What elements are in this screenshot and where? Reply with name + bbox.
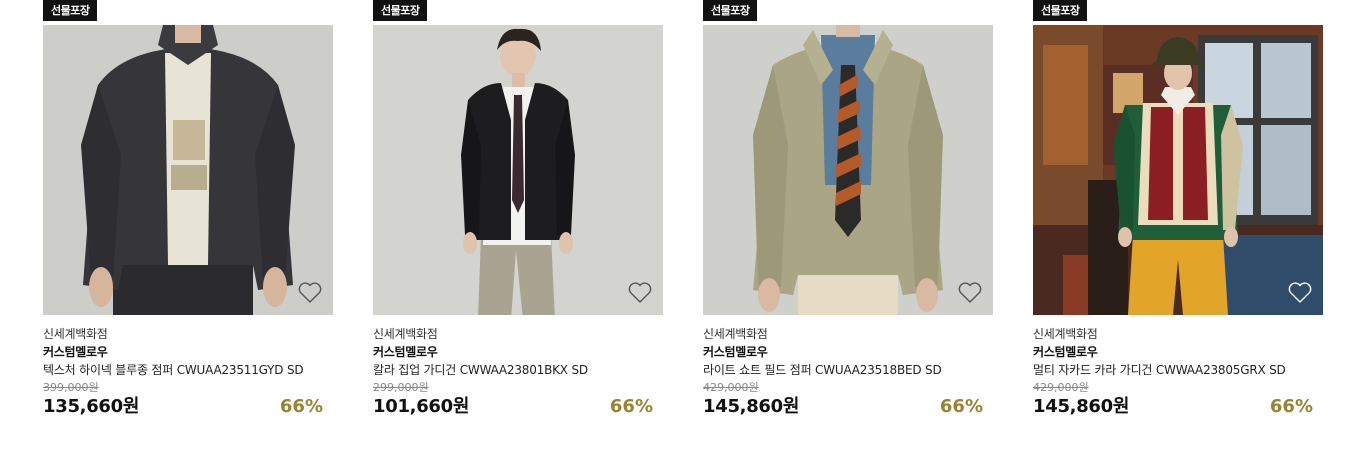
product-photo bbox=[373, 25, 663, 315]
product-info: 신세계백화점 커스텀멜로우 라이트 쇼트 필드 점퍼 CWUAA23518BED… bbox=[703, 326, 993, 419]
gift-wrap-badge: 선물포장 bbox=[43, 0, 98, 21]
product-image[interactable] bbox=[373, 25, 663, 315]
sale-price: 101,660원 bbox=[373, 396, 470, 417]
product-photo bbox=[1033, 25, 1323, 315]
product-image[interactable] bbox=[43, 25, 333, 315]
product-image[interactable] bbox=[703, 25, 993, 315]
store-name: 신세계백화점 bbox=[1033, 327, 1098, 341]
discount-rate: 66% bbox=[1269, 396, 1313, 417]
gift-wrap-badge: 선물포장 bbox=[703, 0, 758, 21]
sale-price: 145,860원 bbox=[1033, 396, 1130, 417]
product-name[interactable]: 칼라 집업 가디건 CWWAA23801BKX SD bbox=[373, 362, 635, 379]
gift-wrap-badge: 선물포장 bbox=[1033, 0, 1088, 21]
product-name[interactable]: 라이트 쇼트 필드 점퍼 CWUAA23518BED SD bbox=[703, 362, 965, 379]
wishlist-heart-icon[interactable] bbox=[297, 281, 323, 305]
store-name: 신세계백화점 bbox=[703, 327, 768, 341]
price-row: 145,860원 66% bbox=[1033, 395, 1323, 419]
discount-rate: 66% bbox=[939, 396, 983, 417]
store-name: 신세계백화점 bbox=[43, 327, 108, 341]
product-info: 신세계백화점 커스텀멜로우 멀티 자카드 카라 가디건 CWWAA23805GR… bbox=[1033, 326, 1323, 419]
price-row: 145,860원 66% bbox=[703, 395, 993, 419]
brand-name[interactable]: 커스텀멜로우 bbox=[373, 343, 663, 361]
wishlist-heart-icon[interactable] bbox=[1287, 281, 1313, 305]
wishlist-heart-icon[interactable] bbox=[627, 281, 653, 305]
brand-name[interactable]: 커스텀멜로우 bbox=[703, 343, 993, 361]
wishlist-heart-icon[interactable] bbox=[957, 281, 983, 305]
price-row: 101,660원 66% bbox=[373, 395, 663, 419]
original-price: 299,000원 bbox=[373, 381, 429, 394]
original-price: 399,000원 bbox=[43, 381, 99, 394]
brand-name[interactable]: 커스텀멜로우 bbox=[43, 343, 333, 361]
product-photo bbox=[703, 25, 993, 315]
product-name[interactable]: 멀티 자카드 카라 가디건 CWWAA23805GRX SD bbox=[1033, 362, 1295, 379]
sale-price: 145,860원 bbox=[703, 396, 800, 417]
product-info: 신세계백화점 커스텀멜로우 칼라 집업 가디건 CWWAA23801BKX SD… bbox=[373, 326, 663, 419]
gift-wrap-badge: 선물포장 bbox=[373, 0, 428, 21]
product-photo bbox=[43, 25, 333, 315]
product-name[interactable]: 텍스처 하이넥 블루종 점퍼 CWUAA23511GYD SD bbox=[43, 362, 305, 379]
brand-name[interactable]: 커스텀멜로우 bbox=[1033, 343, 1323, 361]
product-image[interactable] bbox=[1033, 25, 1323, 315]
store-name: 신세계백화점 bbox=[373, 327, 438, 341]
product-info: 신세계백화점 커스텀멜로우 텍스처 하이넥 블루종 점퍼 CWUAA23511G… bbox=[43, 326, 333, 419]
original-price: 429,000원 bbox=[1033, 381, 1089, 394]
discount-rate: 66% bbox=[279, 396, 323, 417]
price-row: 135,660원 66% bbox=[43, 395, 333, 419]
original-price: 429,000원 bbox=[703, 381, 759, 394]
sale-price: 135,660원 bbox=[43, 396, 140, 417]
discount-rate: 66% bbox=[609, 396, 653, 417]
